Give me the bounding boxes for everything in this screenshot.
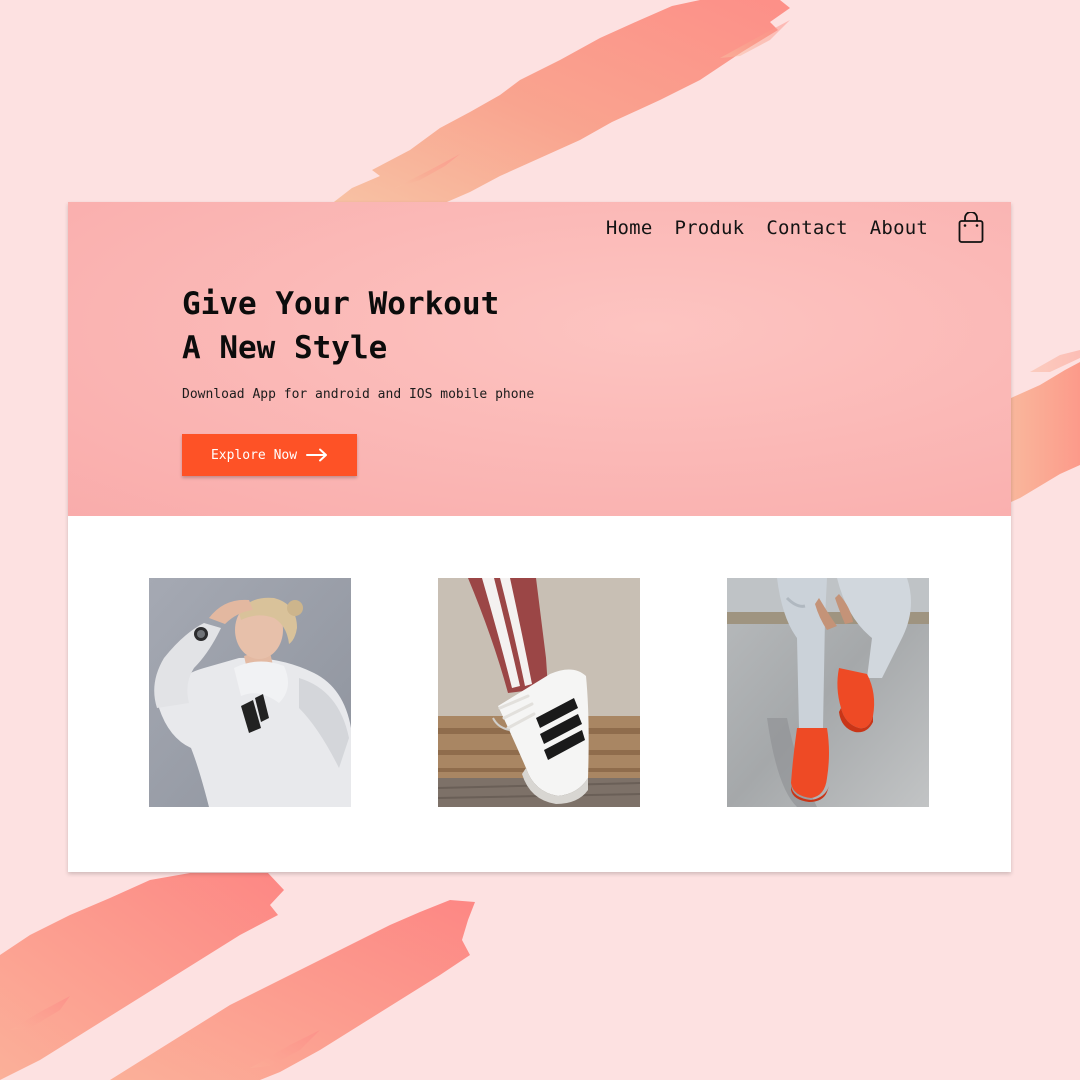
top-navigation: Home Produk Contact About	[606, 217, 928, 239]
gallery-image-red-sneakers	[727, 578, 929, 807]
shopping-bag-icon[interactable]	[956, 211, 986, 244]
nav-link-home[interactable]: Home	[606, 217, 653, 239]
gallery-image-woman-hoodie	[149, 578, 351, 807]
website-card: Home Produk Contact About Give Your Work…	[68, 202, 1011, 872]
nav-link-contact[interactable]: Contact	[766, 217, 847, 239]
brush-stroke-top	[330, 0, 790, 205]
hero-title-line1: Give Your Workout	[182, 286, 500, 322]
nav-link-about[interactable]: About	[870, 217, 928, 239]
arrow-right-icon	[306, 448, 328, 462]
explore-now-label: Explore Now	[210, 447, 298, 463]
nav-link-produk[interactable]: Produk	[674, 217, 744, 239]
hero-section: Home Produk Contact About Give Your Work…	[68, 202, 1011, 516]
hero-subtitle: Download App for android and IOS mobile …	[182, 387, 535, 402]
hero-title-line2: A New Style	[182, 330, 388, 366]
hero-headline: Give Your Workout A New Style	[182, 282, 499, 370]
explore-now-button[interactable]: Explore Now	[182, 434, 357, 476]
brush-stroke-right	[1011, 362, 1080, 502]
gallery-image-sneaker	[438, 578, 640, 807]
